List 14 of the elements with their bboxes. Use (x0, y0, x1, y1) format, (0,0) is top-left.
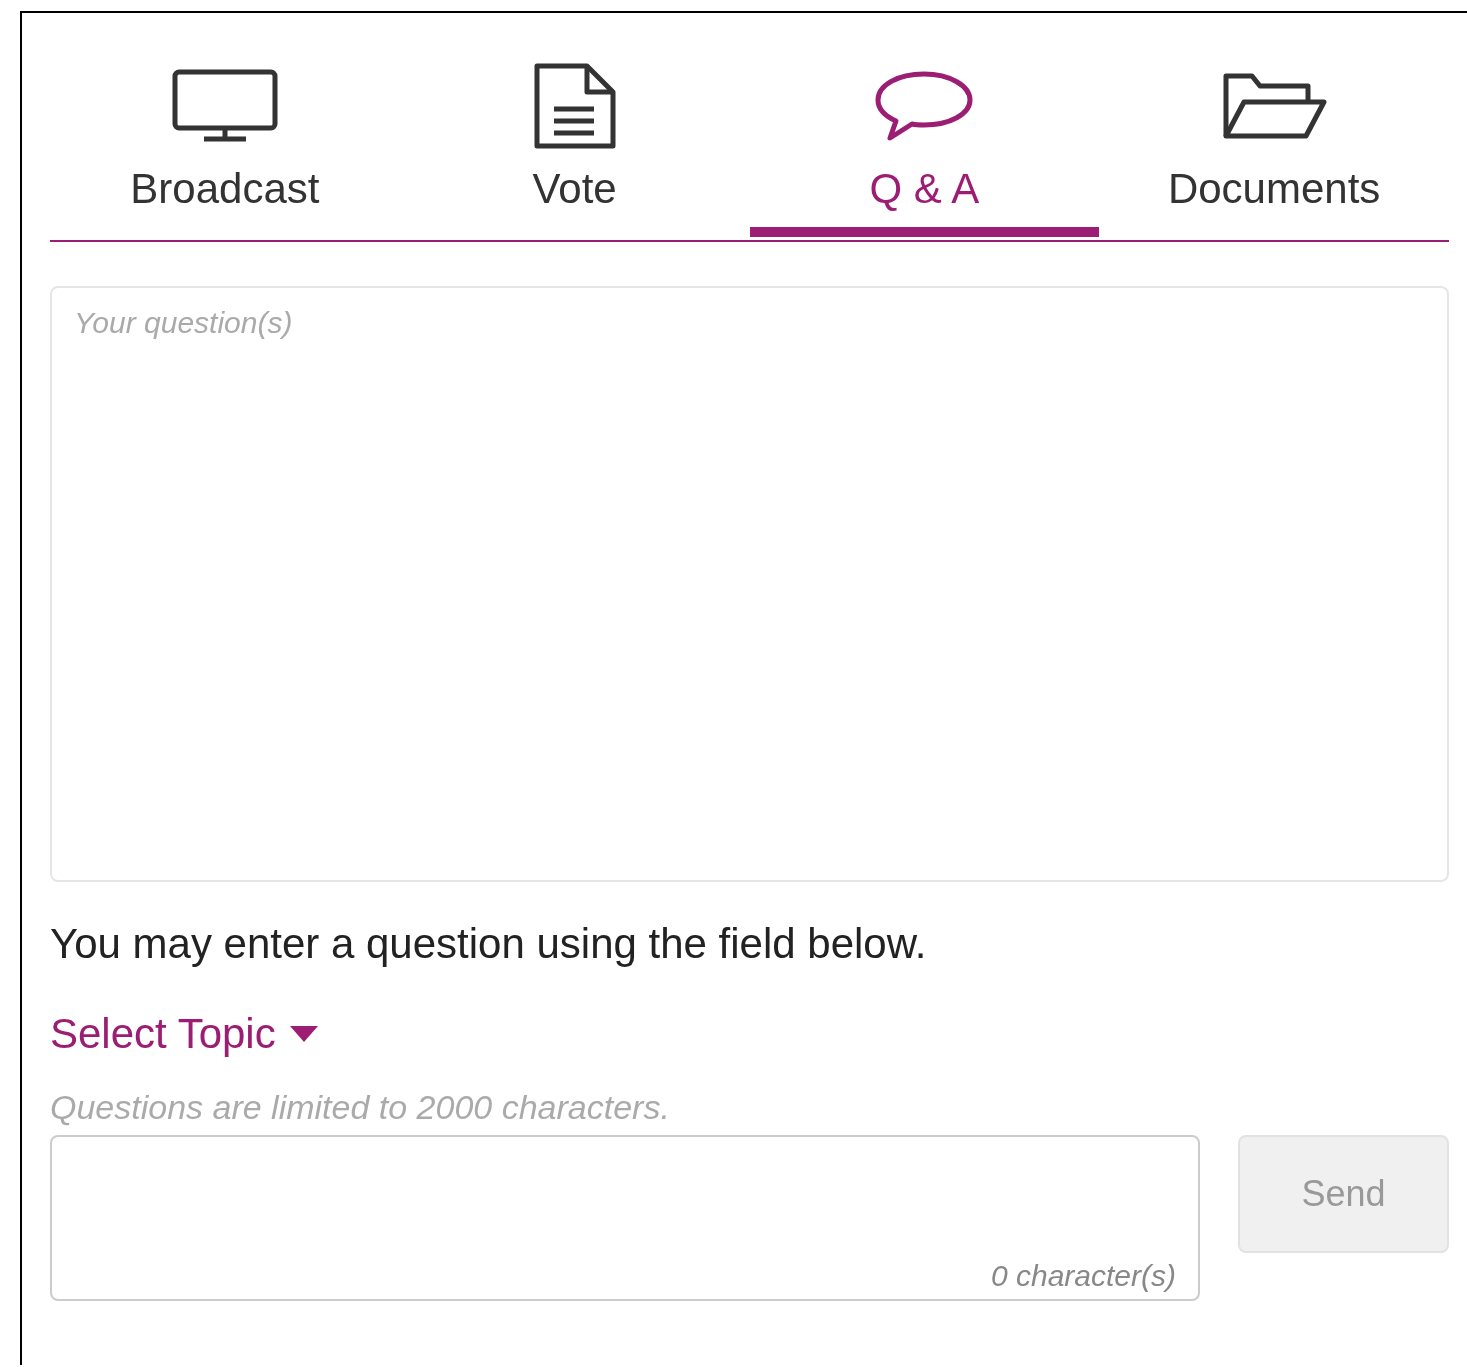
character-counter: 0 character(s) (990, 1259, 1176, 1293)
monitor-icon (171, 69, 278, 143)
caret-icon (289, 1026, 318, 1042)
folder-icon (1221, 71, 1328, 141)
speech-bubble-icon (874, 70, 975, 142)
tab[interactable]: Broadcast (50, 33, 400, 237)
instruction-text: You may enter a question using the field below. (50, 920, 928, 968)
input-field[interactable]: 0 character(s) (50, 1135, 1200, 1301)
tab[interactable]: Documents (1099, 33, 1449, 237)
question-field[interactable]: Your question(s) (50, 286, 1449, 882)
tab[interactable]: Q & A (749, 33, 1100, 237)
limit-note: Questions are limited to 2000 characters. (50, 1088, 671, 1127)
tab[interactable]: Vote (399, 33, 750, 237)
topic-dropdown[interactable]: Select Topic (50, 1010, 318, 1058)
